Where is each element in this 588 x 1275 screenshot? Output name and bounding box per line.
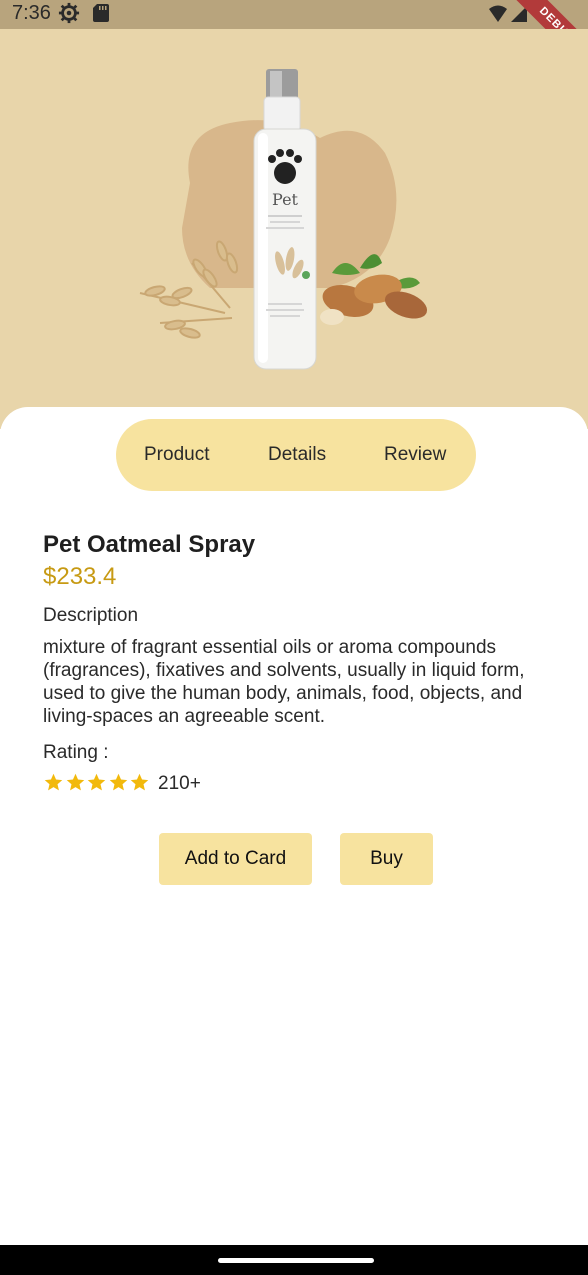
tab-product[interactable]: Product [144, 419, 209, 491]
product-title: Pet Oatmeal Spray [43, 531, 256, 558]
rating-stars [43, 772, 151, 796]
tab-bar: Product Details Review [116, 419, 476, 491]
star-icon [129, 772, 150, 793]
status-bar: 7:36 [0, 0, 588, 29]
star-icon [43, 772, 64, 793]
add-to-cart-button[interactable]: Add to Card [159, 833, 312, 885]
sd-card-icon [93, 4, 109, 22]
star-icon [65, 772, 86, 793]
tab-details[interactable]: Details [268, 419, 326, 491]
star-icon [86, 772, 107, 793]
home-handle[interactable] [218, 1258, 374, 1263]
star-icon [108, 772, 129, 793]
svg-text:Pet: Pet [272, 190, 299, 209]
rating-count: 210+ [158, 773, 201, 794]
tab-review[interactable]: Review [384, 419, 446, 491]
product-image: Pet [139, 69, 428, 370]
product-hero: Pet [0, 29, 588, 429]
rating-label: Rating : [43, 742, 109, 763]
status-time: 7:36 [12, 2, 51, 24]
description-text: mixture of fragrant essential oils or ar… [43, 637, 525, 727]
settings-gear-icon [58, 2, 80, 24]
system-nav-bar [0, 1245, 588, 1275]
description-label: Description [43, 605, 139, 626]
product-price: $233.4 [43, 563, 117, 590]
buy-button[interactable]: Buy [340, 833, 433, 885]
